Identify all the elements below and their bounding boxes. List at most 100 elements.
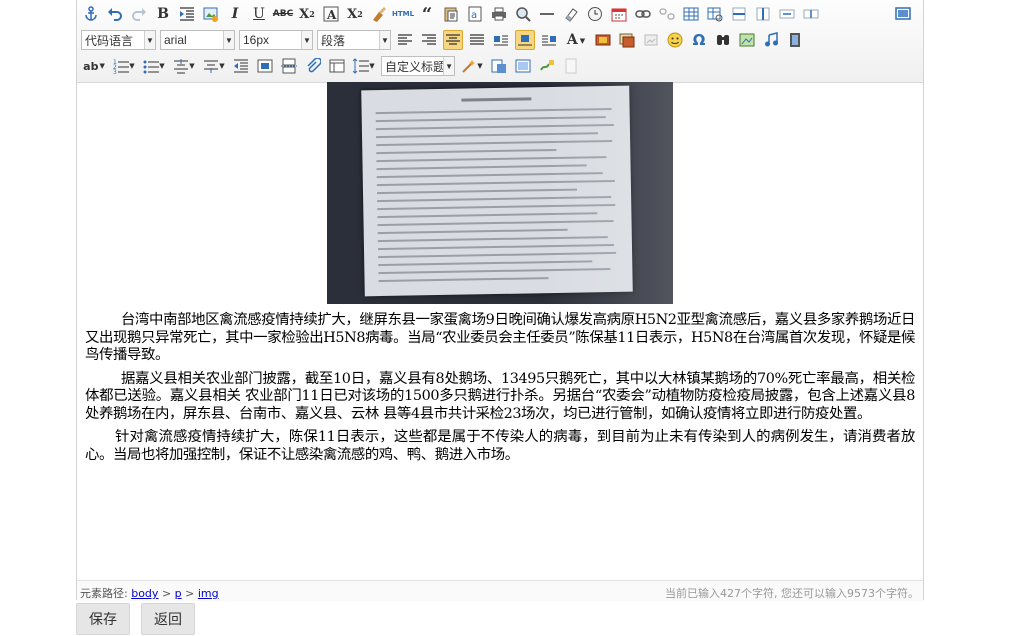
underline-icon[interactable]: U xyxy=(249,4,269,24)
back-button[interactable]: 返回 xyxy=(141,603,195,635)
document-photo[interactable] xyxy=(327,82,673,304)
element-path: 元素路径: body > p > img xyxy=(80,585,219,601)
auto-typeset-icon[interactable]: ▼ xyxy=(459,56,485,76)
date-icon[interactable] xyxy=(609,4,629,24)
svg-text:3: 3 xyxy=(113,69,117,74)
code-language-value: 代码语言 xyxy=(85,33,134,48)
link-icon[interactable] xyxy=(633,4,653,24)
image-left-icon[interactable] xyxy=(491,30,511,50)
paragraph-3: 针对禽流感疫情持续扩大，陈保11日表示，这些都是属于不传染人的病毒，到目前为止未… xyxy=(85,429,915,463)
code-language-select[interactable]: 代码语言 ▼ xyxy=(81,30,156,50)
align-justify-icon[interactable] xyxy=(467,30,487,50)
horizontal-rule-icon[interactable] xyxy=(537,4,557,24)
remove-format-icon[interactable] xyxy=(561,4,581,24)
chevron-down-icon: ▼ xyxy=(223,31,234,49)
font-color-icon[interactable]: A ▼ xyxy=(563,30,589,50)
path-separator: > xyxy=(185,587,195,600)
eraser-icon[interactable] xyxy=(369,4,389,24)
background-icon[interactable] xyxy=(513,56,533,76)
insert-map-icon[interactable] xyxy=(737,30,757,50)
align-right-icon[interactable] xyxy=(419,30,439,50)
save-button[interactable]: 保存 xyxy=(76,603,130,635)
drafts-icon[interactable] xyxy=(561,56,581,76)
editor-content[interactable]: 台湾中南部地区禽流感疫情持续扩大，继屏东县一家蛋禽场9日晚间确认爆发高病原H5N… xyxy=(77,82,923,580)
spellcheck-icon[interactable]: ab ▼ xyxy=(81,56,107,76)
element-path-label: 元素路径: xyxy=(80,587,128,600)
chevron-down-icon: ▼ xyxy=(379,31,390,49)
ordered-list-icon[interactable]: 1 2 3 ▼ xyxy=(111,56,137,76)
toolbar-row-1: B I U ABC X2 A X2 HTML “ a xyxy=(81,2,825,26)
custom-title-value: 自定义标题 xyxy=(385,59,444,74)
print-icon[interactable] xyxy=(489,4,509,24)
italic-icon[interactable]: I xyxy=(225,4,245,24)
font-family-select[interactable]: arial ▼ xyxy=(160,30,235,50)
insert-frame-icon[interactable] xyxy=(255,56,275,76)
toolbar-row-3: ab ▼ 1 2 3 ▼ ▼ ▼ ▼ ▼ 自定义标题 ▼ ▼ xyxy=(81,54,585,78)
merge-cells-icon[interactable] xyxy=(777,4,797,24)
align-left-icon[interactable] xyxy=(395,30,415,50)
preview-icon[interactable] xyxy=(513,4,533,24)
chevron-down-icon: ▼ xyxy=(144,31,155,49)
redo-icon[interactable] xyxy=(129,4,149,24)
format-match-icon[interactable]: A xyxy=(321,4,341,24)
subscript-icon[interactable]: X2 xyxy=(297,4,317,24)
line-spacing-after-icon[interactable]: ▼ xyxy=(201,56,227,76)
table-icon[interactable] xyxy=(681,4,701,24)
strikethrough-icon[interactable]: ABC xyxy=(273,4,293,24)
attachment-icon[interactable] xyxy=(303,56,323,76)
superscript-icon[interactable]: X2 xyxy=(345,4,365,24)
insert-row-icon[interactable] xyxy=(729,4,749,24)
split-cells-icon[interactable] xyxy=(801,4,821,24)
paragraph-2: 据嘉义县相关农业部门披露，截至10日，嘉义县有8处鹅场、13495只鹅死亡，其中… xyxy=(85,370,915,422)
insert-gallery-icon[interactable] xyxy=(617,30,637,50)
image-center-icon[interactable] xyxy=(515,30,535,50)
chevron-down-icon: ▼ xyxy=(301,31,312,49)
path-link-img[interactable]: img xyxy=(198,587,219,600)
chevron-down-icon: ▼ xyxy=(443,57,454,75)
scrawl-icon[interactable] xyxy=(537,56,557,76)
toolbar-row-2: 代码语言 ▼ arial ▼ 16px ▼ 段落 ▼ A ▼ Ω xyxy=(81,28,809,52)
insert-photo-icon[interactable] xyxy=(593,30,613,50)
selectall-icon[interactable]: a xyxy=(465,4,485,24)
insert-col-icon[interactable] xyxy=(753,4,773,24)
paste-text-icon[interactable] xyxy=(441,4,461,24)
font-size-select[interactable]: 16px ▼ xyxy=(239,30,313,50)
svg-text:a: a xyxy=(471,10,477,21)
font-family-value: arial xyxy=(164,33,187,47)
special-chars-icon[interactable]: Ω xyxy=(689,30,709,50)
remote-image-icon[interactable] xyxy=(641,30,661,50)
search-replace-icon[interactable] xyxy=(713,30,733,50)
html-icon[interactable]: HTML xyxy=(392,4,414,24)
path-link-body[interactable]: body xyxy=(131,587,158,600)
bold-icon[interactable]: B xyxy=(153,4,173,24)
image-right-icon[interactable] xyxy=(539,30,559,50)
line-spacing-before-icon[interactable]: ▼ xyxy=(171,56,197,76)
editor-toolbar: B I U ABC X2 A X2 HTML “ a 代码语言 ▼ arial … xyxy=(77,0,923,83)
editor-statusbar: 元素路径: body > p > img 当前已输入427个字符, 您还可以输入… xyxy=(77,580,923,601)
insert-image-icon[interactable] xyxy=(201,4,221,24)
path-link-p[interactable]: p xyxy=(175,587,182,600)
emotion-icon[interactable] xyxy=(665,30,685,50)
undo-icon[interactable] xyxy=(105,4,125,24)
anchor-icon[interactable] xyxy=(81,4,101,24)
align-center-icon[interactable] xyxy=(443,30,463,50)
fullscreen-icon[interactable] xyxy=(893,4,913,24)
indent-icon[interactable] xyxy=(177,4,197,24)
svg-text:A: A xyxy=(326,8,337,22)
path-separator: > xyxy=(161,587,172,600)
paragraph-select[interactable]: 段落 ▼ xyxy=(317,30,391,50)
unlink-icon[interactable] xyxy=(657,4,677,24)
word-image-icon[interactable] xyxy=(489,56,509,76)
insert-music-icon[interactable] xyxy=(761,30,781,50)
insert-video-icon[interactable] xyxy=(785,30,805,50)
table-props-icon[interactable] xyxy=(705,4,725,24)
outdent-icon[interactable] xyxy=(231,56,251,76)
page-break-icon[interactable] xyxy=(279,56,299,76)
time-icon[interactable] xyxy=(585,4,605,24)
image-container xyxy=(85,82,915,304)
unordered-list-icon[interactable]: ▼ xyxy=(141,56,167,76)
blockquote-icon[interactable]: “ xyxy=(417,4,437,25)
template-icon[interactable] xyxy=(327,56,347,76)
line-height-icon[interactable]: ▼ xyxy=(351,56,377,76)
custom-title-select[interactable]: 自定义标题 ▼ xyxy=(381,56,455,76)
